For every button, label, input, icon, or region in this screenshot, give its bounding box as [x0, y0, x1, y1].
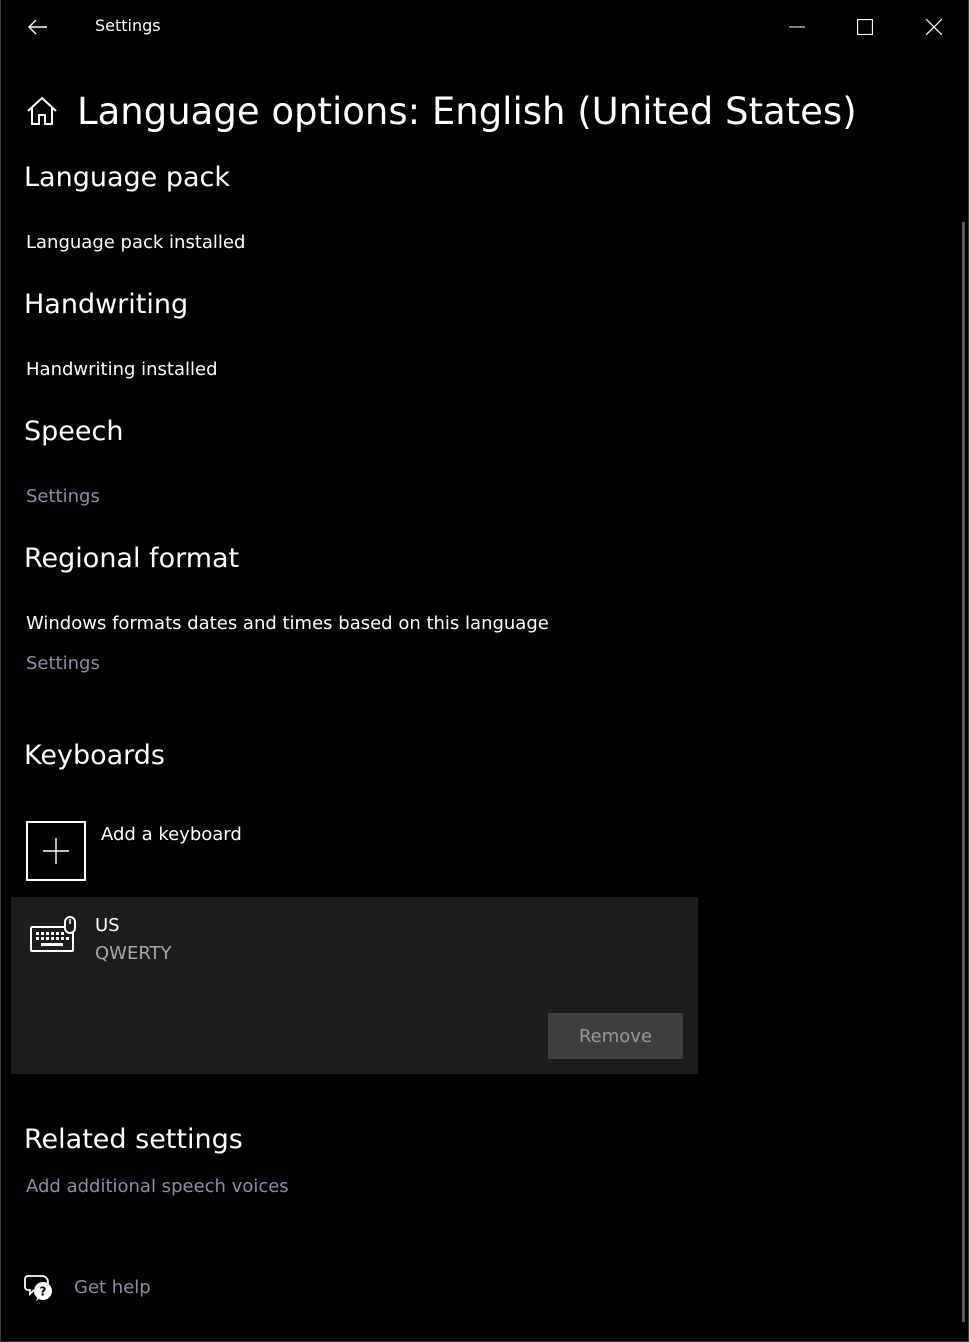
svg-text:?: ?	[40, 1285, 47, 1299]
keyboard-layout: QWERTY	[95, 943, 172, 964]
title-bar: Settings	[1, 0, 968, 54]
regional-format-heading: Regional format	[24, 543, 240, 574]
add-speech-voices-link[interactable]: Add additional speech voices	[26, 1176, 289, 1197]
home-icon[interactable]	[25, 94, 59, 128]
scrollbar[interactable]	[962, 222, 965, 1322]
regional-format-description: Windows formats dates and times based on…	[26, 613, 549, 634]
handwriting-heading: Handwriting	[24, 289, 189, 320]
related-settings-heading: Related settings	[24, 1124, 243, 1155]
keyboard-item-us[interactable]: US QWERTY Remove	[11, 897, 698, 1074]
app-title: Settings	[95, 16, 161, 35]
remove-keyboard-button[interactable]: Remove	[548, 1013, 683, 1059]
speech-settings-link[interactable]: Settings	[26, 486, 100, 507]
back-button[interactable]	[15, 8, 61, 46]
close-icon	[926, 19, 942, 35]
help-chat-icon: ?	[24, 1275, 52, 1301]
maximize-button[interactable]	[831, 0, 899, 54]
page-header: Language options: English (United States…	[25, 84, 857, 138]
keyboard-icon	[29, 915, 79, 957]
get-help-label: Get help	[74, 1276, 151, 1298]
minimize-icon	[789, 26, 805, 28]
handwriting-status: Handwriting installed	[26, 359, 218, 380]
plus-icon	[26, 821, 86, 881]
speech-heading: Speech	[24, 416, 124, 447]
settings-window: Settings Language options: English (Unit…	[0, 0, 969, 1342]
get-help-link[interactable]: ? Get help	[24, 1270, 151, 1304]
keyboard-name: US	[95, 915, 120, 936]
maximize-icon	[857, 19, 873, 35]
keyboards-heading: Keyboards	[24, 740, 165, 771]
minimize-button[interactable]	[763, 0, 831, 54]
language-pack-heading: Language pack	[24, 162, 230, 193]
regional-format-settings-link[interactable]: Settings	[26, 653, 100, 674]
close-button[interactable]	[900, 0, 968, 54]
add-keyboard-button[interactable]: Add a keyboard	[26, 821, 242, 881]
back-arrow-icon	[28, 19, 47, 35]
add-keyboard-label: Add a keyboard	[101, 824, 242, 845]
page-title: Language options: English (United States…	[77, 89, 857, 133]
language-pack-status: Language pack installed	[26, 232, 246, 253]
